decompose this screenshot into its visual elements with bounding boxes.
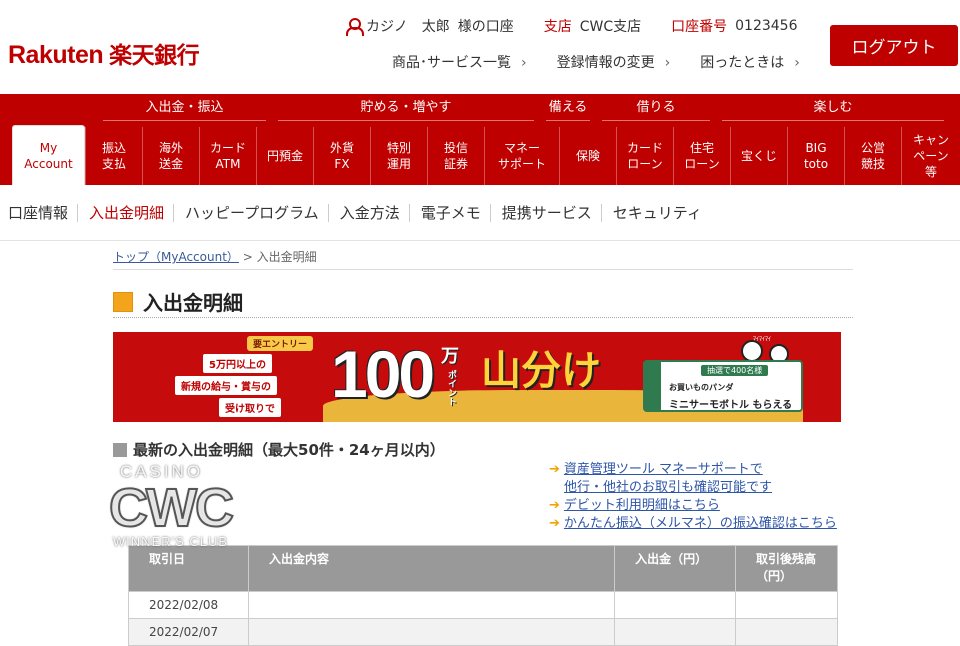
tab-transfer[interactable]: 振込 支払 xyxy=(85,127,142,185)
tab-public-race[interactable]: 公営 競技 xyxy=(844,127,901,185)
subnav-deposit-method[interactable]: 入金方法 xyxy=(340,203,410,222)
cell-amount xyxy=(614,591,737,619)
cwc-watermark: CASINO CWC WINNER'S CLUB xyxy=(108,462,235,549)
banner-line1: 5万円以上の xyxy=(203,354,272,373)
breadcrumb-top-link[interactable]: トップ（MyAccount） xyxy=(113,250,239,264)
tab-securities[interactable]: 投信 証券 xyxy=(427,127,484,185)
nav-tabs: My Account 振込 支払 海外 送金 カード ATM 円預金 外貨 FX… xyxy=(0,125,960,185)
header-links: 商品･サービス一覧 › 登録情報の変更 › 困ったときは › xyxy=(392,52,830,72)
main-nav: 入出金・振込 貯める・増やす 備える 借りる 楽しむ My Account 振込… xyxy=(0,94,960,185)
subnav-happy-program[interactable]: ハッピープログラム xyxy=(185,203,329,222)
tab-myaccount[interactable]: My Account xyxy=(12,125,85,185)
cell-amount xyxy=(614,618,737,646)
banner-unit: 万 xyxy=(441,346,459,367)
tab-fx[interactable]: 外貨 FX xyxy=(313,127,370,185)
nav-group-deposit[interactable]: 入出金・振込 xyxy=(97,94,272,124)
logout-button[interactable]: ログアウト xyxy=(830,25,958,66)
tab-overseas[interactable]: 海外 送金 xyxy=(142,127,199,185)
panda-icon xyxy=(741,340,763,362)
rakuten-bank-logo[interactable]: Rakuten 楽天銀行 xyxy=(8,36,200,70)
section-square-icon xyxy=(113,442,127,457)
banner-headline: 山分け xyxy=(481,348,601,394)
cell-date: 2022/02/07 xyxy=(128,618,249,646)
nav-group-save[interactable]: 貯める・増やす xyxy=(272,94,540,124)
tab-card-loan[interactable]: カード ローン xyxy=(616,127,673,185)
table-row: 2022/02/08 xyxy=(128,591,838,619)
title-square-icon xyxy=(113,291,133,312)
account-info: カジノ 太郎 様の口座 支店 CWC支店 口座番号 0123456 xyxy=(346,16,798,36)
prize-card: 抽選で400名様 お買いものパンダ ミニサーモボトル もらえる xyxy=(643,360,803,412)
account-label: 口座番号 xyxy=(671,19,728,35)
tab-campaign[interactable]: キャン ペーン 等 xyxy=(901,127,960,185)
cell-content xyxy=(247,591,616,619)
subnav-memo[interactable]: 電子メモ xyxy=(421,203,491,222)
banner-line2: 新規の給与・賞与の xyxy=(175,376,277,395)
subnav-transactions[interactable]: 入出金明細 xyxy=(89,203,175,222)
user-suffix: 様の口座 xyxy=(457,19,514,35)
divider xyxy=(113,317,853,318)
chevron-right-icon: › xyxy=(664,55,671,71)
cell-date: 2022/02/08 xyxy=(128,591,249,619)
divider xyxy=(113,269,853,270)
subnav-partner[interactable]: 提携サービス xyxy=(502,203,602,222)
campaign-banner[interactable]: 要エントリー 5万円以上の 新規の給与・賞与の 受け取りで 100 万 ポイント… xyxy=(113,332,841,422)
arrow-right-icon: ➔ xyxy=(549,516,560,531)
tab-money-support[interactable]: マネー サポート xyxy=(484,127,559,185)
nav-group-borrow[interactable]: 借りる xyxy=(596,94,716,124)
banner-unit-side: ポイント xyxy=(446,370,456,406)
user-name: カジノ 太郎 xyxy=(366,19,450,35)
header-link-profile[interactable]: 登録情報の変更 › xyxy=(557,52,671,72)
arrow-right-icon: ➔ xyxy=(549,498,560,513)
account-number: 0123456 xyxy=(735,18,798,34)
nav-group-prepare[interactable]: 備える xyxy=(540,94,596,124)
tab-card-atm[interactable]: カード ATM xyxy=(199,127,256,185)
related-links: ➔ 資産管理ツール マネーサポートで 他行・他社のお取引も確認可能です ➔ デビット… xyxy=(549,461,837,533)
link-money-support[interactable]: ➔ 資産管理ツール マネーサポートで xyxy=(549,461,837,479)
person-icon xyxy=(346,18,364,36)
col-content: 入出金内容 xyxy=(247,545,616,592)
col-balance: 取引後残高（円） xyxy=(735,545,838,592)
tab-yen-deposit[interactable]: 円預金 xyxy=(256,127,313,185)
section-title: 最新の入出金明細（最大50件・24ヶ月以内） xyxy=(113,439,445,460)
nav-groups: 入出金・振込 貯める・増やす 備える 借りる 楽しむ xyxy=(0,94,960,124)
cell-content xyxy=(247,618,616,646)
link-merumane[interactable]: ➔ かんたん振込（メルマネ）の振込確認はこちら xyxy=(549,515,837,533)
arrow-right-icon: ➔ xyxy=(549,462,560,477)
link-debit[interactable]: ➔ デビット利用明細はこちら xyxy=(549,497,837,515)
banner-big-number: 100 xyxy=(331,337,435,411)
header-link-services[interactable]: 商品･サービス一覧 › xyxy=(392,52,527,72)
prize-line1: お買いものパンダ xyxy=(669,383,734,392)
breadcrumb: トップ（MyAccount） > 入出金明細 xyxy=(113,248,317,265)
chevron-right-icon: › xyxy=(521,55,527,71)
banner-line3: 受け取りで xyxy=(219,398,281,417)
branch-label: 支店 xyxy=(543,19,572,35)
logo-jp: 楽天銀行 xyxy=(109,43,200,69)
col-amount: 入出金（円） xyxy=(614,545,737,592)
tab-insurance[interactable]: 保険 xyxy=(559,127,616,185)
header: Rakuten 楽天銀行 カジノ 太郎 様の口座 支店 CWC支店 口座番号 01… xyxy=(0,0,960,94)
tab-lottery[interactable]: 宝くじ xyxy=(730,127,787,185)
tab-special[interactable]: 特別 運用 xyxy=(370,127,427,185)
tab-housing-loan[interactable]: 住宅 ローン xyxy=(673,127,730,185)
prize-tag: 抽選で400名様 xyxy=(701,365,769,376)
table-row: 2022/02/07 xyxy=(128,618,838,646)
branch-value: CWC支店 xyxy=(579,19,642,35)
sub-nav: 口座情報 入出金明細 ハッピープログラム 入金方法 電子メモ 提携サービス セキ… xyxy=(0,185,960,241)
subnav-account-info[interactable]: 口座情報 xyxy=(8,203,79,222)
nav-group-enjoy[interactable]: 楽しむ xyxy=(716,94,950,124)
page-title: 入出金明細 xyxy=(113,287,243,316)
prize-line2: ミニサーモボトル もらえる xyxy=(669,400,793,411)
chevron-right-icon: › xyxy=(794,55,800,71)
breadcrumb-current: 入出金明細 xyxy=(256,250,317,264)
subnav-security[interactable]: セキュリティ xyxy=(613,204,711,222)
breadcrumb-separator: > xyxy=(242,250,253,264)
banner-tag: 要エントリー xyxy=(247,336,314,351)
cell-balance xyxy=(735,618,838,646)
logo-en: Rakuten xyxy=(8,41,104,69)
header-link-help[interactable]: 困ったときは › xyxy=(700,52,800,72)
tab-big-toto[interactable]: BIG toto xyxy=(787,127,844,185)
link-money-support-line2[interactable]: 他行・他社のお取引も確認可能です xyxy=(564,480,772,495)
cell-balance xyxy=(735,591,838,619)
